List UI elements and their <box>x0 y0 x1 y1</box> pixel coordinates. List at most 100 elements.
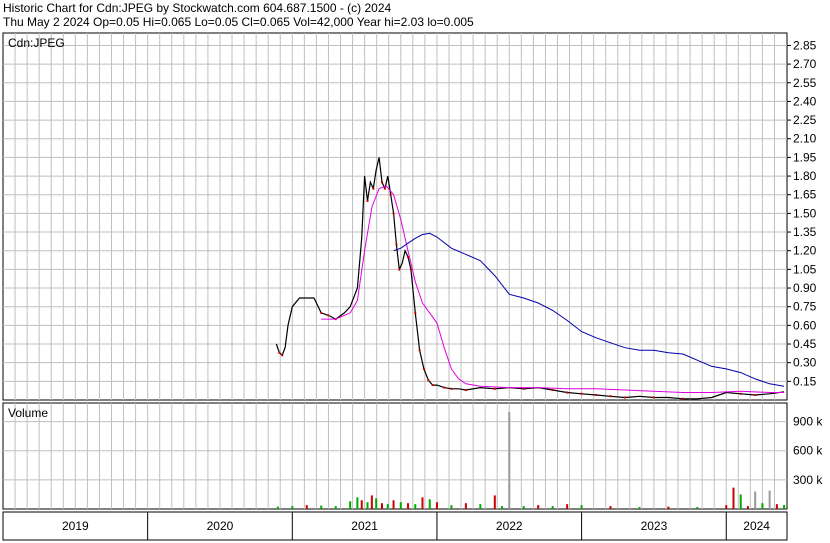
volume-bar <box>580 505 583 509</box>
price-point <box>427 379 430 382</box>
volume-tick-label: 900 k <box>793 415 823 429</box>
volume-bar <box>366 502 369 509</box>
price-point <box>395 243 398 246</box>
volume-bar <box>464 503 467 509</box>
volume-bar <box>349 501 352 509</box>
volume-bar <box>392 500 395 509</box>
price-tick-label: 1.20 <box>793 244 817 258</box>
price-tick-label: 1.05 <box>793 262 817 276</box>
volume-bar <box>522 506 525 509</box>
volume-bar <box>305 505 308 509</box>
price-point <box>380 181 383 184</box>
volume-bar <box>638 507 641 509</box>
price-tick-label: 1.35 <box>793 225 817 239</box>
volume-bar <box>386 504 389 509</box>
price-tick-label: 0.60 <box>793 318 817 332</box>
year-tick-label: 2022 <box>496 519 523 533</box>
volume-bar <box>399 502 402 509</box>
volume-bar <box>428 499 431 509</box>
price-point <box>372 187 375 190</box>
volume-bar <box>508 411 511 509</box>
price-panel-frame <box>2 32 788 401</box>
price-tick-label: 1.95 <box>793 150 817 164</box>
volume-bar <box>696 507 699 509</box>
price-point <box>623 396 626 399</box>
volume-bar <box>783 504 786 509</box>
price-point <box>431 384 434 387</box>
volume-bar <box>551 506 554 509</box>
volume-bar <box>380 503 383 509</box>
price-point <box>389 193 392 196</box>
volume-bar <box>609 506 612 509</box>
volume-bar <box>761 503 764 509</box>
volume-bar <box>414 504 417 509</box>
price-tick-label: 2.85 <box>793 38 817 52</box>
volume-tick-label: 600 k <box>793 444 823 458</box>
year-axis-frame <box>2 511 788 541</box>
price-point <box>320 311 323 314</box>
volume-bar <box>407 503 410 509</box>
price-point <box>366 199 369 202</box>
volume-panel-frame <box>2 402 788 510</box>
year-tick-label: 2021 <box>351 519 378 533</box>
year-tick-label: 2024 <box>743 519 770 533</box>
volume-bar <box>421 497 424 509</box>
price-point <box>327 314 330 317</box>
volume-tick-label: 300 k <box>793 473 823 487</box>
price-point <box>566 391 569 394</box>
volume-bar <box>746 506 749 509</box>
price-tick-label: 2.40 <box>793 94 817 108</box>
volume-bar <box>667 506 670 509</box>
volume-bar <box>320 505 323 509</box>
volume-bar <box>566 504 569 509</box>
price-point <box>493 387 496 390</box>
volume-bar <box>493 495 496 509</box>
price-panel-label: Cdn:JPEG <box>8 36 65 50</box>
price-point <box>422 367 425 370</box>
price-point <box>383 187 386 190</box>
price-tick-label: 1.50 <box>793 206 817 220</box>
price-point <box>450 387 453 390</box>
volume-bar <box>725 505 728 509</box>
price-tick-label: 0.75 <box>793 300 817 314</box>
price-tick-label: 2.70 <box>793 57 817 71</box>
volume-bar <box>334 506 337 509</box>
price-point <box>281 354 284 357</box>
price-tick-label: 2.25 <box>793 113 817 127</box>
price-tick-label: 2.55 <box>793 76 817 90</box>
volume-bar <box>450 505 453 509</box>
price-point <box>398 268 401 271</box>
volume-bar <box>768 490 771 509</box>
volume-bar <box>435 502 438 509</box>
volume-bar <box>479 504 482 509</box>
price-point <box>418 349 421 352</box>
price-tick-label: 0.15 <box>793 374 817 388</box>
price-tick-label: 0.45 <box>793 337 817 351</box>
volume-panel-label: Volume <box>8 406 49 420</box>
price-point <box>414 311 417 314</box>
volume-bar <box>754 491 757 509</box>
year-tick-label: 2019 <box>62 519 89 533</box>
price-point <box>609 395 612 398</box>
price-point <box>443 386 446 389</box>
price-point <box>580 392 583 395</box>
price-point <box>409 268 412 271</box>
volume-bar <box>501 506 504 509</box>
volume-bar <box>370 495 373 509</box>
price-point <box>464 389 467 392</box>
price-point <box>681 397 684 400</box>
volume-bar <box>356 497 359 509</box>
year-tick-label: 2020 <box>207 519 234 533</box>
price-point <box>392 212 395 215</box>
price-point <box>652 396 655 399</box>
volume-bar <box>775 504 778 509</box>
volume-bar <box>739 494 742 509</box>
price-tick-label: 0.90 <box>793 281 817 295</box>
volume-bar <box>732 487 735 509</box>
volume-bar <box>537 505 540 509</box>
volume-bar <box>276 506 279 509</box>
price-point <box>551 389 554 392</box>
volume-bar <box>375 498 378 509</box>
price-point <box>754 394 757 397</box>
price-point <box>522 387 525 390</box>
